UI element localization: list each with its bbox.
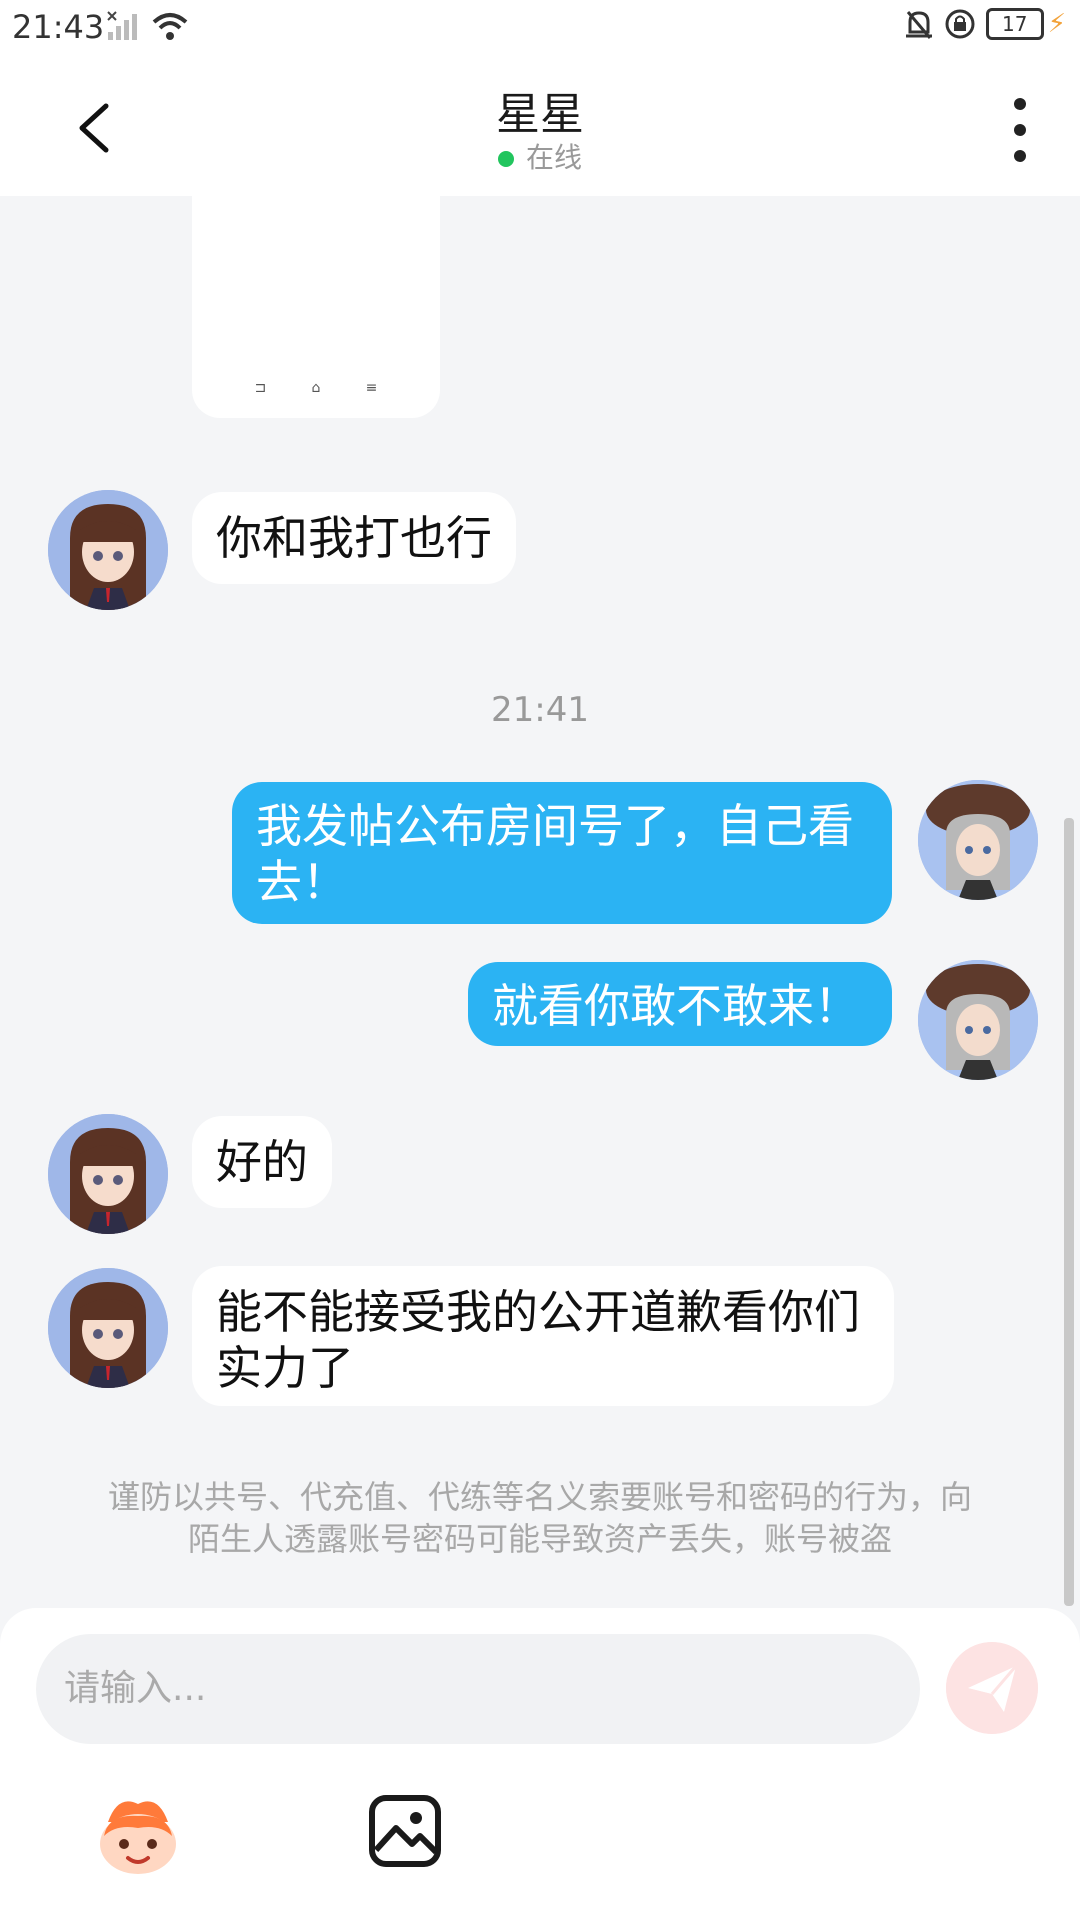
mute-bell-icon xyxy=(905,11,932,39)
status-text: 在线 xyxy=(525,141,582,174)
message-bubble-incoming[interactable]: 好的 xyxy=(192,1116,332,1208)
input-panel: 请输入... xyxy=(0,1608,1080,1920)
contact-avatar[interactable] xyxy=(48,1268,168,1388)
status-icons-right: 17 ⚡ xyxy=(904,8,1066,40)
chat-messages[interactable]: ⊐ ⌂ ≡ 你和我打也行 21:41 我发帖公布房间号了，自己看去！ 就看你敢不… xyxy=(0,196,1080,1606)
chat-scrollbar[interactable] xyxy=(1064,818,1074,1606)
cellular-signal-icon xyxy=(107,11,137,40)
online-dot-icon xyxy=(497,151,514,167)
status-time: 21:43 xyxy=(12,8,105,46)
screenshot-nav-bar: ⊐ ⌂ ≡ xyxy=(192,380,440,396)
message-bubble-incoming[interactable]: 你和我打也行 xyxy=(192,492,516,584)
lock-rotation-icon xyxy=(945,9,975,39)
user-avatar[interactable] xyxy=(918,960,1038,1080)
image-picker-icon[interactable] xyxy=(368,1794,442,1868)
safety-warning: 谨防以共号、代充值、代练等名义索要账号和密码的行为，向陌生人透露账号密码可能导致… xyxy=(107,1478,972,1558)
wifi-icon xyxy=(152,13,188,40)
menu-nav-icon: ≡ xyxy=(365,380,378,396)
status-bar: 21:43 17 ⚡ xyxy=(0,0,1080,56)
home-nav-icon: ⌂ xyxy=(311,380,321,396)
charging-icon: ⚡ xyxy=(1047,9,1066,39)
contact-status: 在线 xyxy=(0,136,1080,176)
dot-icon xyxy=(1014,124,1026,136)
user-avatar[interactable] xyxy=(918,780,1038,900)
more-options-button[interactable] xyxy=(1008,98,1032,162)
back-nav-icon: ⊐ xyxy=(254,380,267,396)
message-input[interactable]: 请输入... xyxy=(36,1634,920,1744)
battery-icon: 17 xyxy=(985,8,1044,40)
dot-icon xyxy=(1014,98,1026,110)
chat-header: 星星 在线 xyxy=(0,56,1080,196)
image-message[interactable]: ⊐ ⌂ ≡ xyxy=(192,196,440,418)
emoji-icon[interactable] xyxy=(90,1788,186,1884)
message-bubble-outgoing[interactable]: 就看你敢不敢来！ xyxy=(468,962,892,1046)
send-button[interactable] xyxy=(946,1642,1038,1734)
status-icons-left xyxy=(106,10,190,42)
contact-avatar[interactable] xyxy=(48,490,168,610)
dot-icon xyxy=(1014,150,1026,162)
message-bubble-incoming[interactable]: 能不能接受我的公开道歉看你们实力了 xyxy=(192,1266,894,1406)
message-bubble-outgoing[interactable]: 我发帖公布房间号了，自己看去！ xyxy=(232,782,892,924)
contact-avatar[interactable] xyxy=(48,1114,168,1234)
message-timestamp: 21:41 xyxy=(491,690,589,730)
contact-name: 星星 xyxy=(496,89,584,140)
